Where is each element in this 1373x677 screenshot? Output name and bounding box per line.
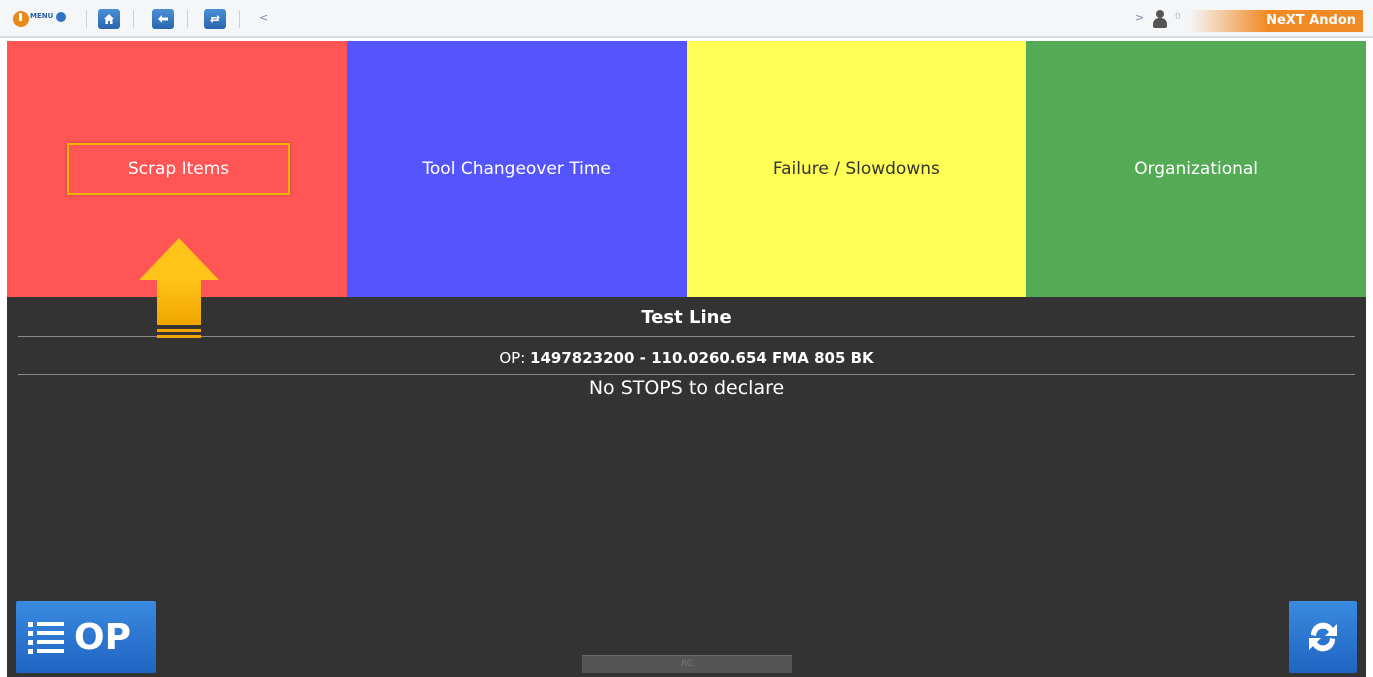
footer-handle[interactable]: RC [582,655,792,673]
arrow-left-icon [158,15,168,23]
user-icon[interactable] [1152,10,1168,28]
list-icon [28,620,64,654]
swap-icon [210,15,220,23]
stops-status: No STOPS to declare [588,377,785,399]
divider [18,374,1355,375]
menu-label[interactable]: MENU [30,12,53,20]
toolbar-divider [187,10,188,28]
category-tile-organizational[interactable]: Organizational [1026,41,1366,297]
category-label: Tool Changeover Time [422,159,611,179]
category-tile-failure-slowdowns[interactable]: Failure / Slowdowns [686,41,1027,297]
top-toolbar: MENU < > 0 NeXT Andon [0,0,1373,38]
power-icon[interactable] [13,11,29,27]
category-tile-selected-highlight[interactable]: Scrap Items [67,143,290,195]
op-button-label: OP [74,616,131,658]
category-tile-tool-changeover[interactable]: Tool Changeover Time [346,41,687,297]
brand-label: NeXT Andon [1190,10,1363,32]
category-label: Failure / Slowdowns [772,159,940,179]
toolbar-divider [86,10,87,28]
toolbar-divider [133,10,134,28]
refresh-icon [1309,622,1337,652]
refresh-button[interactable] [1289,601,1357,673]
home-icon [104,14,114,24]
scroll-right-chevron[interactable]: > [1135,11,1144,24]
arrow-up-icon [139,238,219,340]
op-info: OP: 1497823200 - 110.0260.654 FMA 805 BK [7,349,1366,367]
line-status-panel: Test Line OP: 1497823200 - 110.0260.654 … [7,297,1366,677]
op-value: 1497823200 - 110.0260.654 FMA 805 BK [530,349,874,367]
category-label: Scrap Items [127,159,230,179]
category-label: Organizational [1134,159,1259,179]
swap-button[interactable] [204,9,226,29]
back-button[interactable] [152,9,174,29]
op-prefix: OP: [499,349,526,367]
home-button[interactable] [98,9,120,29]
toolbar-divider [239,10,240,28]
op-list-button[interactable]: OP [16,601,156,673]
user-count: 0 [1175,12,1181,22]
scroll-left-chevron[interactable]: < [259,11,268,24]
menu-dropdown-icon[interactable] [56,12,66,22]
